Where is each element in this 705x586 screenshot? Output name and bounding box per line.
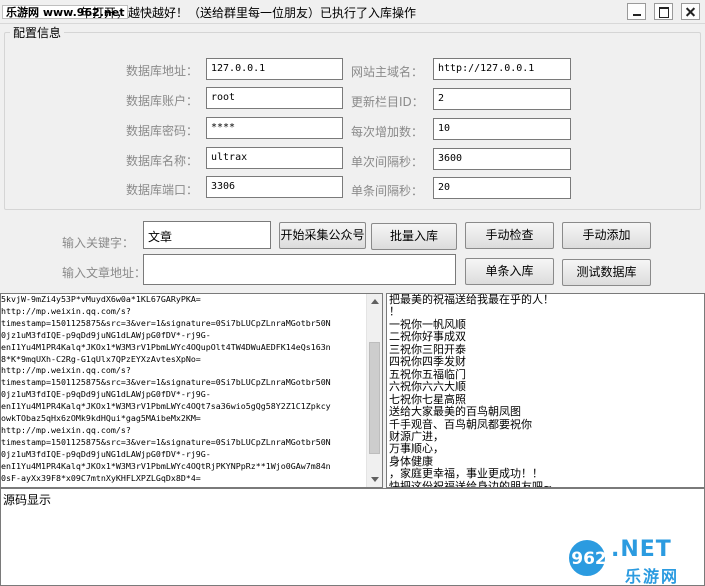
source-label: 源码显示 [3,493,52,507]
increment-label: 每次增加数： [351,125,424,139]
message-line: 六祝你六六大顺 [389,380,466,394]
log-line: 0sF-ayXx39F8*x09C7mtnXyKHFLXPZLGqDx8D*4= [1,472,201,483]
db-host-label: 数据库地址： [126,64,199,78]
message-line: 送给大家最美的百鸟朝凤图 [389,405,521,419]
db-password-field[interactable]: **** [206,117,343,139]
db-host-field[interactable]: 127.0.0.1 [206,58,343,80]
interval-seconds-label: 单次间隔秒： [351,155,424,169]
log-line: http://mp.weixin.qq.com/s? [1,305,131,316]
watermark-net-text: .NET [611,537,672,562]
log-line: timestamp=1501125875&src=3&ver=1&signatu… [1,436,331,447]
log-line: 8*K*9mqUXh-C2Rg-G1qUlx7QPzEYXzAvtesXpNo= [1,353,201,364]
update-column-id-label: 更新栏目ID： [351,95,424,109]
config-group-title: 配置信息 [10,24,65,41]
db-user-label: 数据库账户： [126,94,199,108]
manual-add-button[interactable]: 手动添加 [562,222,651,249]
update-column-id-field[interactable]: 2 [433,88,571,110]
log-line: timestamp=1501125875&src=3&ver=1&signatu… [1,377,331,388]
message-text: 把最美的祝福送给我最在乎的人！！一祝你一帆风顺 二祝你好事成双 三祝你三阳开泰 四祝你… [389,293,554,488]
watermark-cn-text: 乐游网 [625,567,680,586]
batch-import-button[interactable]: 批量入库 [371,223,457,250]
test-db-button[interactable]: 测试数据库 [562,259,651,286]
message-line: 把最美的祝福送给我最在乎的人！ [389,293,554,306]
keyword-input[interactable]: 文章 [143,221,271,249]
keyword-label: 输入关键字： [62,236,135,250]
scroll-down-arrow-icon[interactable] [371,477,379,482]
db-name-field[interactable]: ultrax [206,147,343,169]
site-domain-label: 网站主域名： [351,65,424,79]
close-button[interactable] [681,3,700,20]
log-line: 0jz1uM3fdIQE-p9qDd9juNG1dLAWjpG0fDV*-rj9… [1,329,211,340]
manual-check-button[interactable]: 手动检查 [465,222,554,249]
minimize-button[interactable] [627,3,646,20]
collect-button[interactable]: 开始采集公众号 [279,222,366,249]
message-line: 四祝你四季发财 [389,355,466,369]
db-user-field[interactable]: root [206,87,343,109]
title-bar: 乐游网 www.962.net 年打开，越快越好！（送给群里每一位朋友）已执行了… [0,0,705,24]
watermark-circle-text: 962 [571,549,607,569]
log-line: 0jz1uM3fdIQE-p9qDd9juNG1dLAWjpG0fDV*-rj9… [1,448,211,459]
db-port-field[interactable]: 3306 [206,176,343,198]
window-title: 年打开，越快越好！（送给群里每一位朋友）已执行了入库操作 [80,6,417,20]
log-text: 5kvjW-9mZi4y53P*vMuydX6w0a*1KL67GARyPKA=… [1,294,331,485]
log-line: timestamp=1501125875&src=3&ver=1&signatu… [1,317,331,328]
article-url-label: 输入文章地址： [62,266,147,280]
scroll-up-arrow-icon[interactable] [371,299,379,304]
log-line: http://mp.weixin.qq.com/s? [1,365,131,376]
log-line: http://mp.weixin.qq.com/s? [1,424,131,435]
log-line: owkTObaz5qHx6zOMk9kdHQui*gag5MAibeMx2KM= [1,413,201,424]
site-domain-field[interactable]: http://127.0.0.1 [433,58,571,80]
message-pane[interactable]: 把最美的祝福送给我最在乎的人！！一祝你一帆风顺 二祝你好事成双 三祝你三阳开泰 四祝你… [386,293,705,488]
log-scrollbar[interactable] [366,294,382,487]
interval-seconds-field[interactable]: 3600 [433,148,571,170]
item-interval-seconds-field[interactable]: 20 [433,177,571,199]
log-line: 0jz1uM3fdIQE-p9qDd9juNG1dLAWjpG0fDV*-rj9… [1,389,211,400]
increment-field[interactable]: 10 [433,118,571,140]
watermark-logo: 962 .NET 乐游网 [565,535,701,586]
db-password-label: 数据库密码： [126,124,199,138]
log-pane[interactable]: 5kvjW-9mZi4y53P*vMuydX6w0a*1KL67GARyPKA=… [0,293,383,488]
watermark-circle-icon: 962 [567,538,607,578]
log-line: 5kvjW-9mZi4y53P*vMuydX6w0a*1KL67GARyPKA= [1,294,201,304]
message-line: 二祝你好事成双 [389,330,466,344]
db-port-label: 数据库端口： [126,183,199,197]
maximize-button[interactable] [654,3,673,20]
log-line: enI1Yu4M1PR4Kalq*JKOx1*W3M3rV1PbmLWYc4OQ… [1,341,331,352]
log-line: enI1Yu4M1PR4Kalq*JKOx1*W3M3rV1PbmLWYc4OQ… [1,460,331,471]
log-scroll-thumb[interactable] [369,342,380,454]
single-import-button[interactable]: 单条入库 [465,258,554,285]
log-line: enI1Yu4M1PR4Kalq*JKOx1*W3M3rV1PbmLWYc4OQ… [1,401,331,412]
item-interval-seconds-label: 单条间隔秒： [351,184,424,198]
message-line: ，家庭更幸福，事业更成功！！ [389,467,543,481]
article-url-input[interactable] [143,254,456,285]
message-line: 快把这份祝福送给身边的朋友吧~ [389,479,553,488]
db-name-label: 数据库名称： [126,154,199,168]
